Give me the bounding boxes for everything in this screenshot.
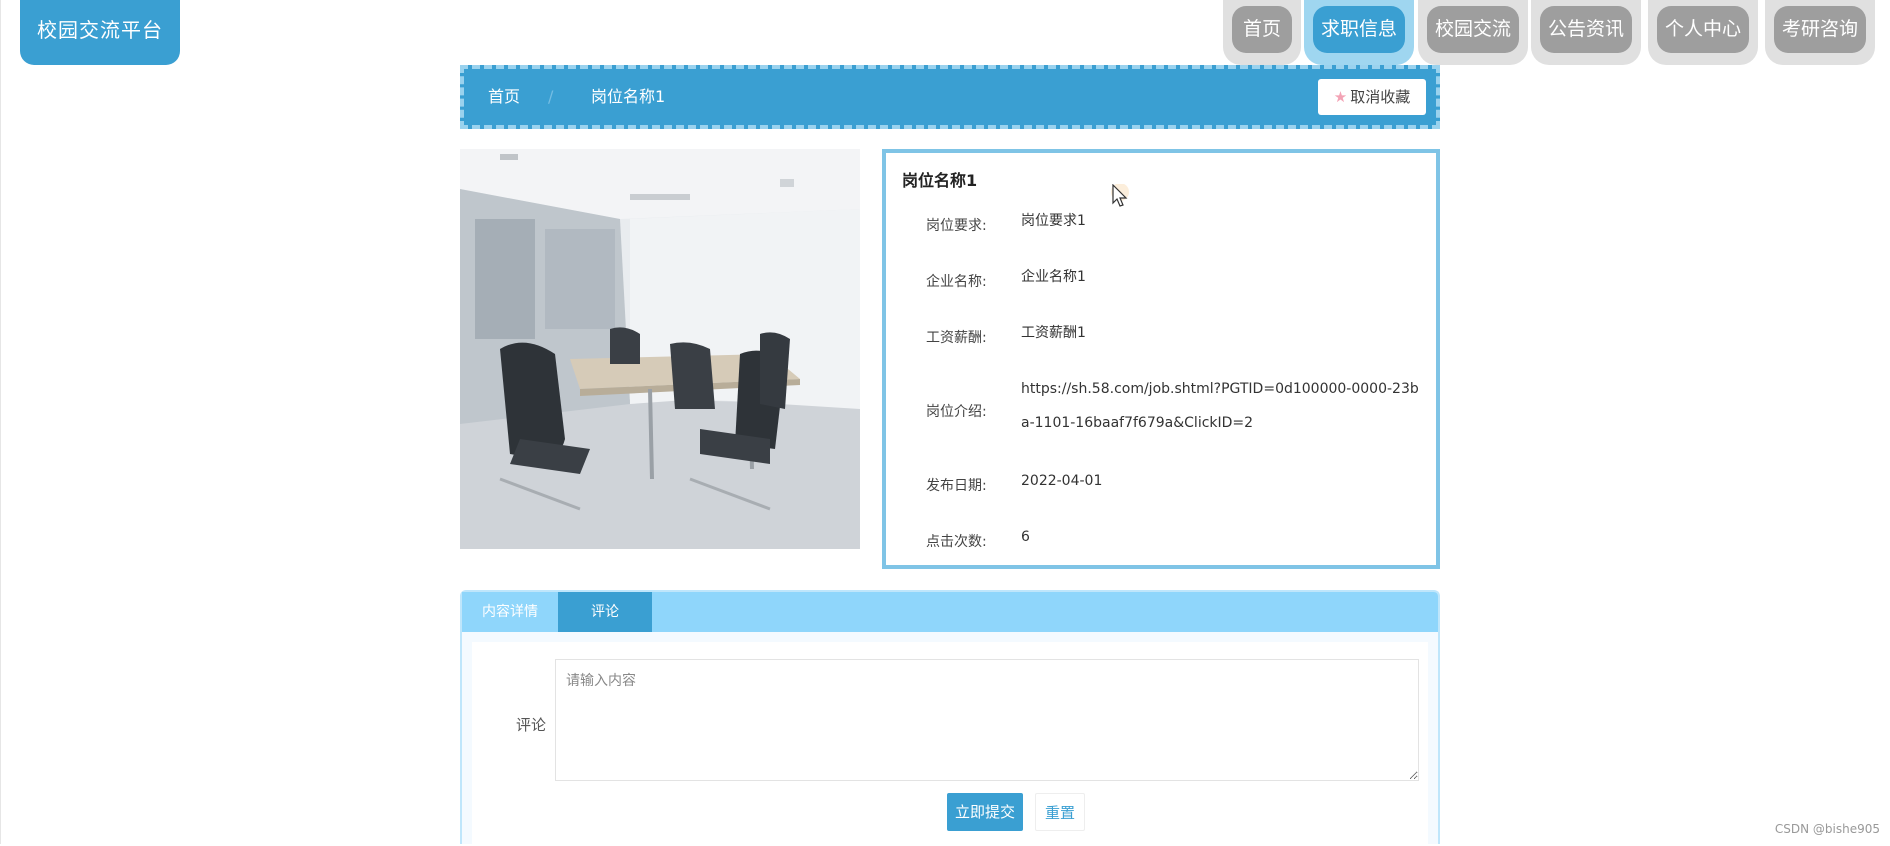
- field-label-publish-date: 发布日期:: [926, 478, 987, 494]
- tab-comments[interactable]: 评论: [558, 592, 652, 632]
- field-value-click-count: 6: [1021, 529, 1030, 545]
- job-title: 岗位名称1: [902, 171, 978, 190]
- comment-form: 评论 立即提交 重置: [472, 642, 1428, 846]
- nav-item-label: 个人中心: [1657, 6, 1749, 53]
- nav-item-home[interactable]: 首页: [1223, 0, 1301, 65]
- field-label-company: 企业名称:: [926, 274, 987, 290]
- nav-item-jobs[interactable]: 求职信息: [1304, 0, 1414, 65]
- reset-button[interactable]: 重置: [1035, 793, 1085, 831]
- field-value-publish-date: 2022-04-01: [1021, 473, 1103, 489]
- page-edge: [0, 0, 1, 844]
- unfavorite-label: 取消收藏: [1350, 88, 1411, 106]
- field-value-salary: 工资薪酬1: [1021, 325, 1086, 341]
- mouse-cursor-icon: [1111, 184, 1129, 207]
- nav-item-announcements[interactable]: 公告资讯: [1531, 0, 1641, 65]
- nav-item-label: 校园交流: [1427, 6, 1519, 53]
- breadcrumb-current: 岗位名称1: [591, 87, 666, 106]
- field-label-requirement: 岗位要求:: [926, 218, 987, 234]
- detail-tabs: 内容详情 评论 评论 立即提交 重置: [460, 590, 1440, 846]
- nav-item-campus-exchange[interactable]: 校园交流: [1418, 0, 1528, 65]
- top-nav: 首页 求职信息 校园交流 公告资讯 个人中心 考研咨询: [0, 0, 1890, 65]
- star-icon: ★: [1333, 88, 1348, 106]
- breadcrumb: 首页 / 岗位名称1 ★ 取消收藏: [460, 65, 1440, 129]
- job-info-panel: 岗位名称1 岗位要求: 岗位要求1 企业名称: 企业名称1 工资薪酬: 工资薪酬…: [882, 149, 1440, 569]
- comment-label: 评论: [516, 716, 547, 734]
- nav-item-personal-center[interactable]: 个人中心: [1648, 0, 1758, 65]
- field-value-company: 企业名称1: [1021, 269, 1086, 285]
- field-label-click-count: 点击次数:: [926, 534, 987, 550]
- nav-item-label: 考研咨询: [1774, 6, 1866, 53]
- watermark: CSDN @bishe905: [1774, 822, 1880, 836]
- nav-item-label: 公告资讯: [1540, 6, 1632, 53]
- nav-item-label: 求职信息: [1313, 6, 1405, 53]
- breadcrumb-home[interactable]: 首页: [488, 69, 520, 125]
- nav-item-label: 首页: [1232, 6, 1292, 53]
- field-label-salary: 工资薪酬:: [926, 330, 987, 346]
- field-value-requirement: 岗位要求1: [1021, 213, 1086, 229]
- comment-input[interactable]: [555, 659, 1419, 781]
- tab-content-details[interactable]: 内容详情: [462, 592, 558, 632]
- unfavorite-button[interactable]: ★ 取消收藏: [1318, 79, 1426, 115]
- tab-bar: 内容详情 评论: [462, 592, 1438, 632]
- field-label-description: 岗位介绍:: [926, 404, 987, 420]
- nav-item-grad-consult[interactable]: 考研咨询: [1765, 0, 1875, 65]
- submit-button[interactable]: 立即提交: [947, 793, 1023, 831]
- field-value-description: https://sh.58.com/job.shtml?PGTID=0d1000…: [1021, 381, 1419, 431]
- breadcrumb-separator: /: [548, 87, 554, 106]
- job-image: [460, 149, 860, 549]
